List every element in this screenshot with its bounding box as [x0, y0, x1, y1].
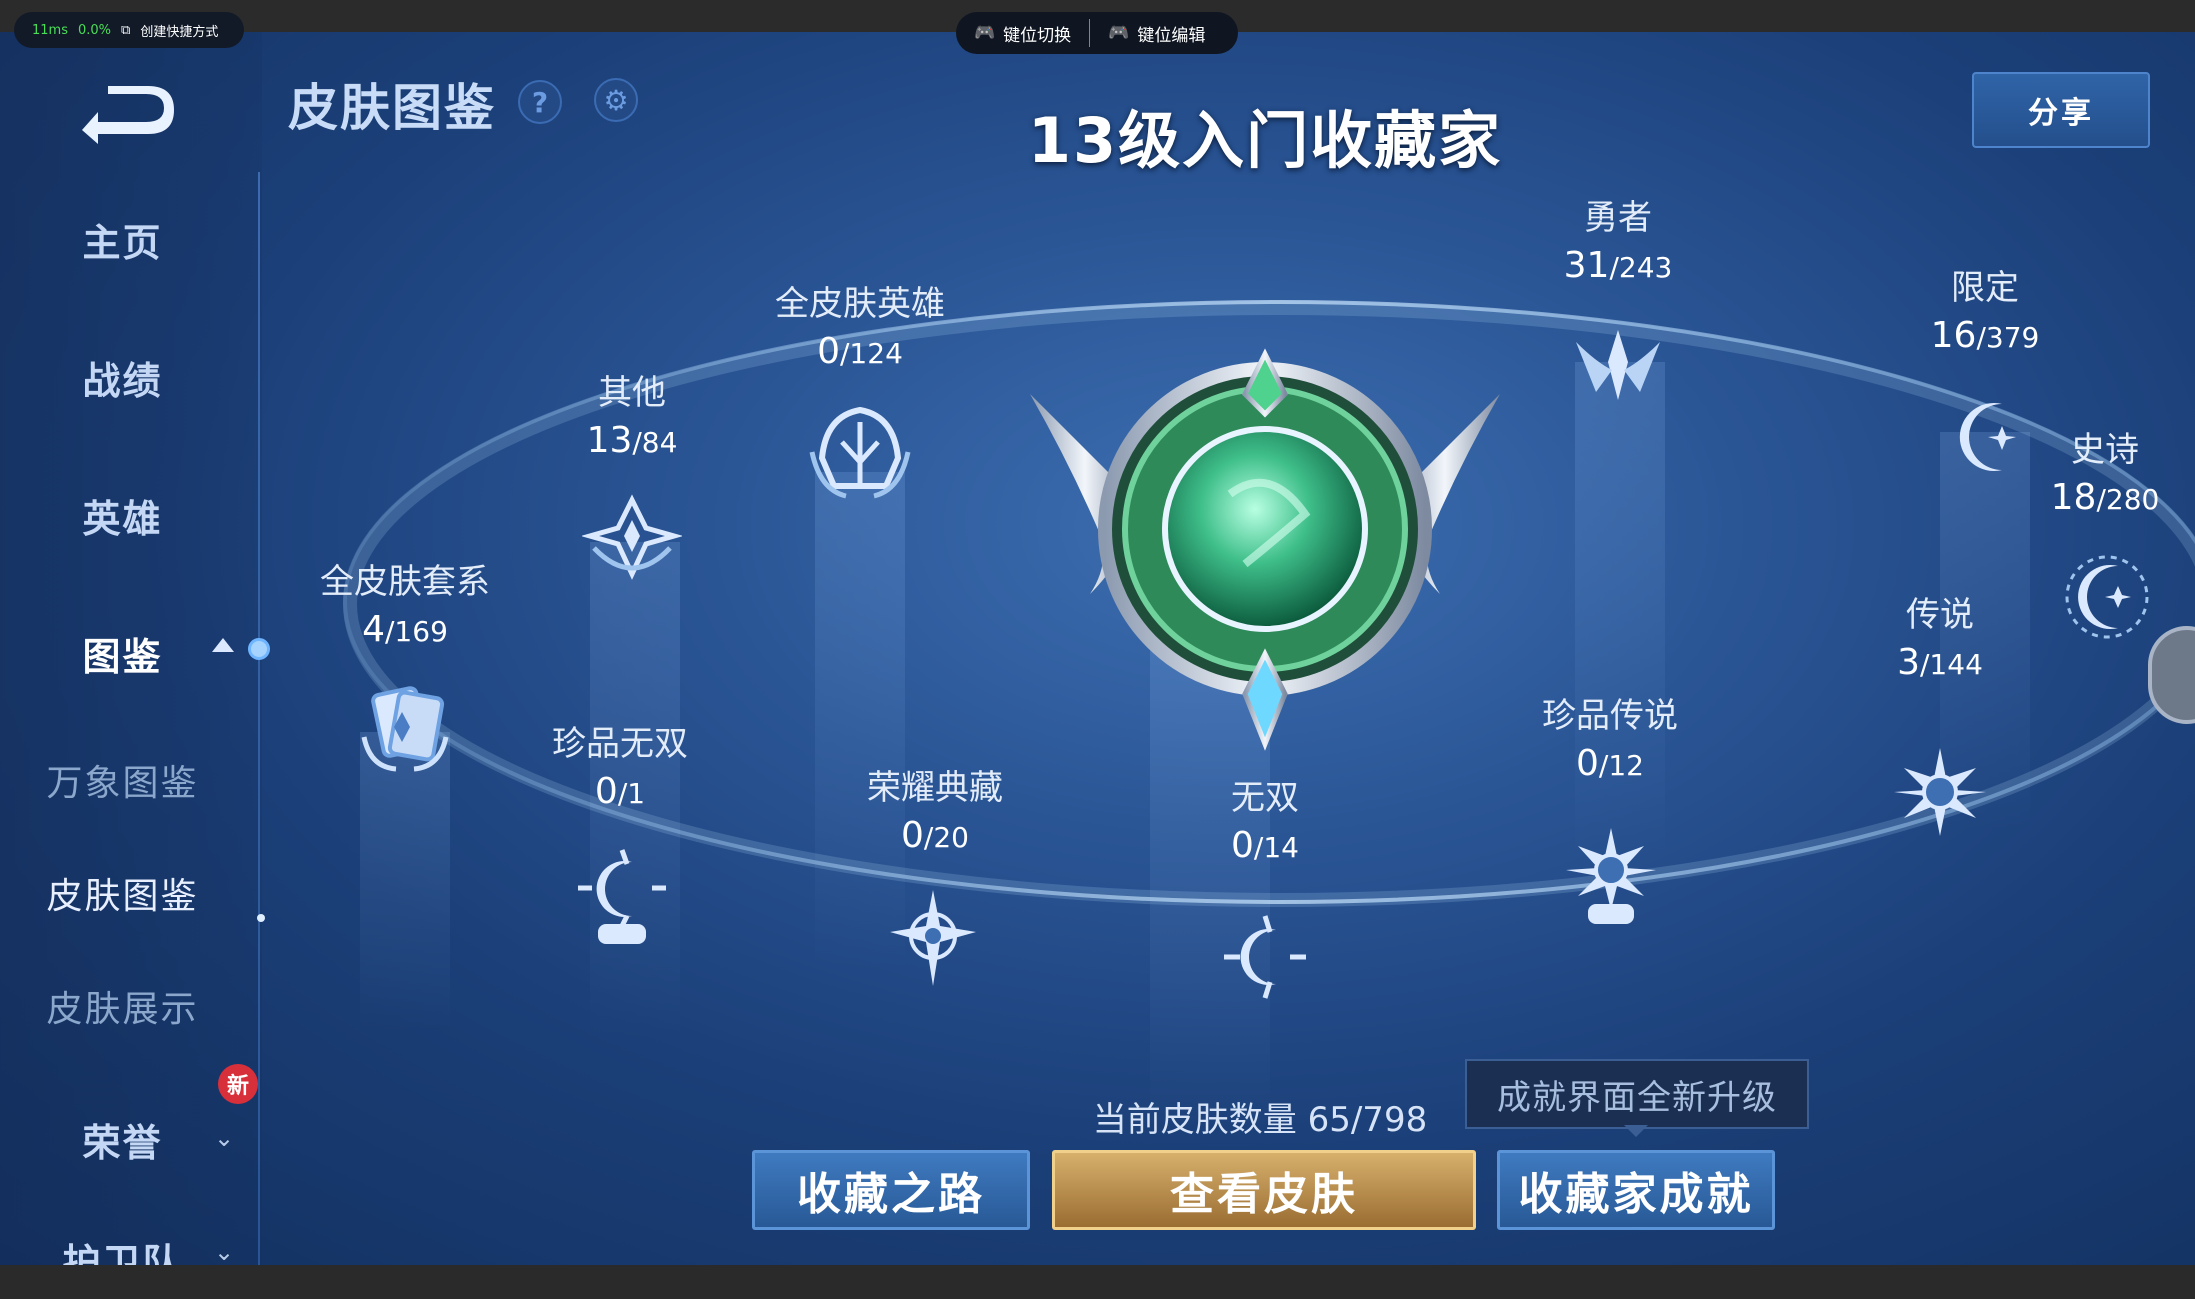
category-count: 13/84 — [586, 420, 678, 461]
category-treasure-unmatched[interactable]: 珍品无双 0/1 — [500, 716, 740, 812]
category-label: 限定 — [1951, 268, 2019, 308]
category-count: 0/12 — [1576, 743, 1644, 784]
category-label: 其他 — [598, 373, 666, 413]
category-glory-collection[interactable]: 荣耀典藏 0/20 — [815, 760, 1055, 856]
sidebar-item-heroes[interactable]: 英雄 — [0, 488, 245, 543]
key-switch-label: 键位切换 — [1003, 25, 1072, 46]
winged-star-icon[interactable] — [1566, 322, 1670, 412]
bottom-bar — [0, 1265, 2195, 1299]
upgrade-tip: 成就界面全新升级 — [1465, 1059, 1809, 1129]
treasure-moon-icon[interactable] — [572, 846, 672, 950]
sidebar-item-wanxiang-codex[interactable]: 万象图鉴 — [0, 754, 245, 806]
category-unmatched[interactable]: 无双 0/14 — [1145, 770, 1385, 866]
help-icon[interactable]: ? — [518, 80, 562, 124]
back-arrow-icon[interactable] — [68, 72, 180, 158]
category-count: 31/243 — [1563, 245, 1673, 286]
collector-rank-title: 13级入门收藏家 — [1027, 104, 1503, 177]
chevron-up-icon — [212, 638, 234, 652]
category-full-skin-hero[interactable]: 全皮肤英雄 0/124 — [740, 276, 980, 372]
loss-value: 0.0% — [77, 22, 112, 38]
category-epic[interactable]: 史诗 18/280 — [1985, 422, 2195, 518]
perf-overlay: 11ms 0.0% ⧉ 创建快捷方式 — [14, 12, 244, 48]
category-label: 全皮肤套系 — [320, 562, 490, 602]
collector-achievements-button[interactable]: 收藏家成就 — [1497, 1150, 1775, 1230]
new-badge: 新 — [218, 1064, 258, 1104]
game-screen: 皮肤图鉴 ? ⚙ 分享 13级入门收藏家 主页 战绩 英雄 图鉴 万象图鉴 皮肤… — [0, 32, 2195, 1265]
keymap-toolbar: 🎮 键位切换 🎮 键位编辑 — [956, 12, 1238, 54]
page-title: 皮肤图鉴 — [288, 79, 496, 137]
category-count: 0/14 — [1231, 825, 1299, 866]
sidebar-item-skin-codex[interactable]: 皮肤图鉴 — [0, 867, 245, 919]
selected-dot-icon — [257, 914, 265, 922]
key-edit-label: 键位编辑 — [1137, 25, 1206, 46]
tip-arrow-icon — [1624, 1125, 1648, 1137]
card-deck-icon[interactable] — [350, 677, 460, 787]
sidebar-divider — [258, 172, 260, 1265]
category-count: 0/124 — [817, 331, 903, 372]
active-indicator-icon — [248, 638, 270, 660]
category-full-skin-series[interactable]: 全皮肤套系 4/169 — [285, 554, 525, 650]
category-label: 史诗 — [2071, 430, 2139, 470]
sun-burst-icon[interactable] — [1890, 744, 1990, 840]
category-legend[interactable]: 传说 3/144 — [1820, 587, 2060, 683]
category-count: 3/144 — [1897, 642, 1983, 683]
category-label: 珍品传说 — [1542, 696, 1678, 736]
sidebar-item-home[interactable]: 主页 — [0, 212, 245, 267]
chevron-down-icon: ⌄ — [214, 1124, 235, 1152]
category-label: 传说 — [1906, 595, 1974, 635]
category-treasure-legend[interactable]: 珍品传说 0/12 — [1490, 688, 1730, 784]
category-other[interactable]: 其他 13/84 — [512, 365, 752, 461]
shortcut-icon[interactable]: ⧉ — [121, 23, 130, 38]
treasure-sun-icon[interactable] — [1558, 824, 1664, 930]
collector-emblem-icon — [1030, 348, 1500, 751]
sidebar-item-records[interactable]: 战绩 — [0, 350, 245, 405]
category-label: 珍品无双 — [552, 724, 688, 764]
category-label: 全皮肤英雄 — [775, 284, 945, 324]
collection-road-button[interactable]: 收藏之路 — [752, 1150, 1030, 1230]
moon-star-icon[interactable] — [1220, 912, 1310, 1002]
chevron-down-icon: ⌄ — [214, 1238, 235, 1265]
create-shortcut-link[interactable]: 创建快捷方式 — [140, 21, 218, 40]
helmet-icon[interactable] — [806, 402, 914, 502]
compass-star-icon[interactable] — [582, 492, 682, 582]
gear-icon[interactable]: ⚙ — [594, 78, 638, 122]
category-label: 荣耀典藏 — [867, 768, 1003, 808]
sidebar-item-skin-showcase[interactable]: 皮肤展示 — [0, 980, 245, 1032]
key-switch-button[interactable]: 🎮 键位切换 — [956, 21, 1089, 46]
current-skin-count: 当前皮肤数量 65/798 — [1092, 1100, 1428, 1140]
category-label: 无双 — [1231, 778, 1299, 818]
view-skins-button[interactable]: 查看皮肤 — [1052, 1150, 1476, 1230]
share-button[interactable]: 分享 — [1972, 72, 2150, 148]
category-brave[interactable]: 勇者 31/243 — [1498, 190, 1738, 286]
sidebar-item-codex[interactable]: 图鉴 — [0, 626, 245, 681]
category-label: 勇者 — [1584, 198, 1652, 238]
category-count: 4/169 — [362, 609, 448, 650]
radiant-star-icon[interactable] — [880, 886, 986, 992]
gamepad-icon: 🎮 — [974, 23, 996, 43]
crescent-moon-icon[interactable] — [2062, 552, 2152, 642]
gamepad-icon: 🎮 — [1108, 23, 1130, 43]
key-edit-button[interactable]: 🎮 键位编辑 — [1090, 21, 1223, 46]
latency-value: 11ms — [32, 22, 68, 38]
category-count: 16/379 — [1930, 315, 2040, 356]
category-limited[interactable]: 限定 16/379 — [1865, 260, 2105, 356]
sidebar-item-honor[interactable]: 荣誉 — [0, 1112, 245, 1167]
category-count: 18/280 — [2050, 477, 2160, 518]
sidebar-item-guard-team[interactable]: 护卫队 — [0, 1232, 245, 1265]
category-count: 0/20 — [901, 815, 969, 856]
category-count: 0/1 — [594, 771, 646, 812]
